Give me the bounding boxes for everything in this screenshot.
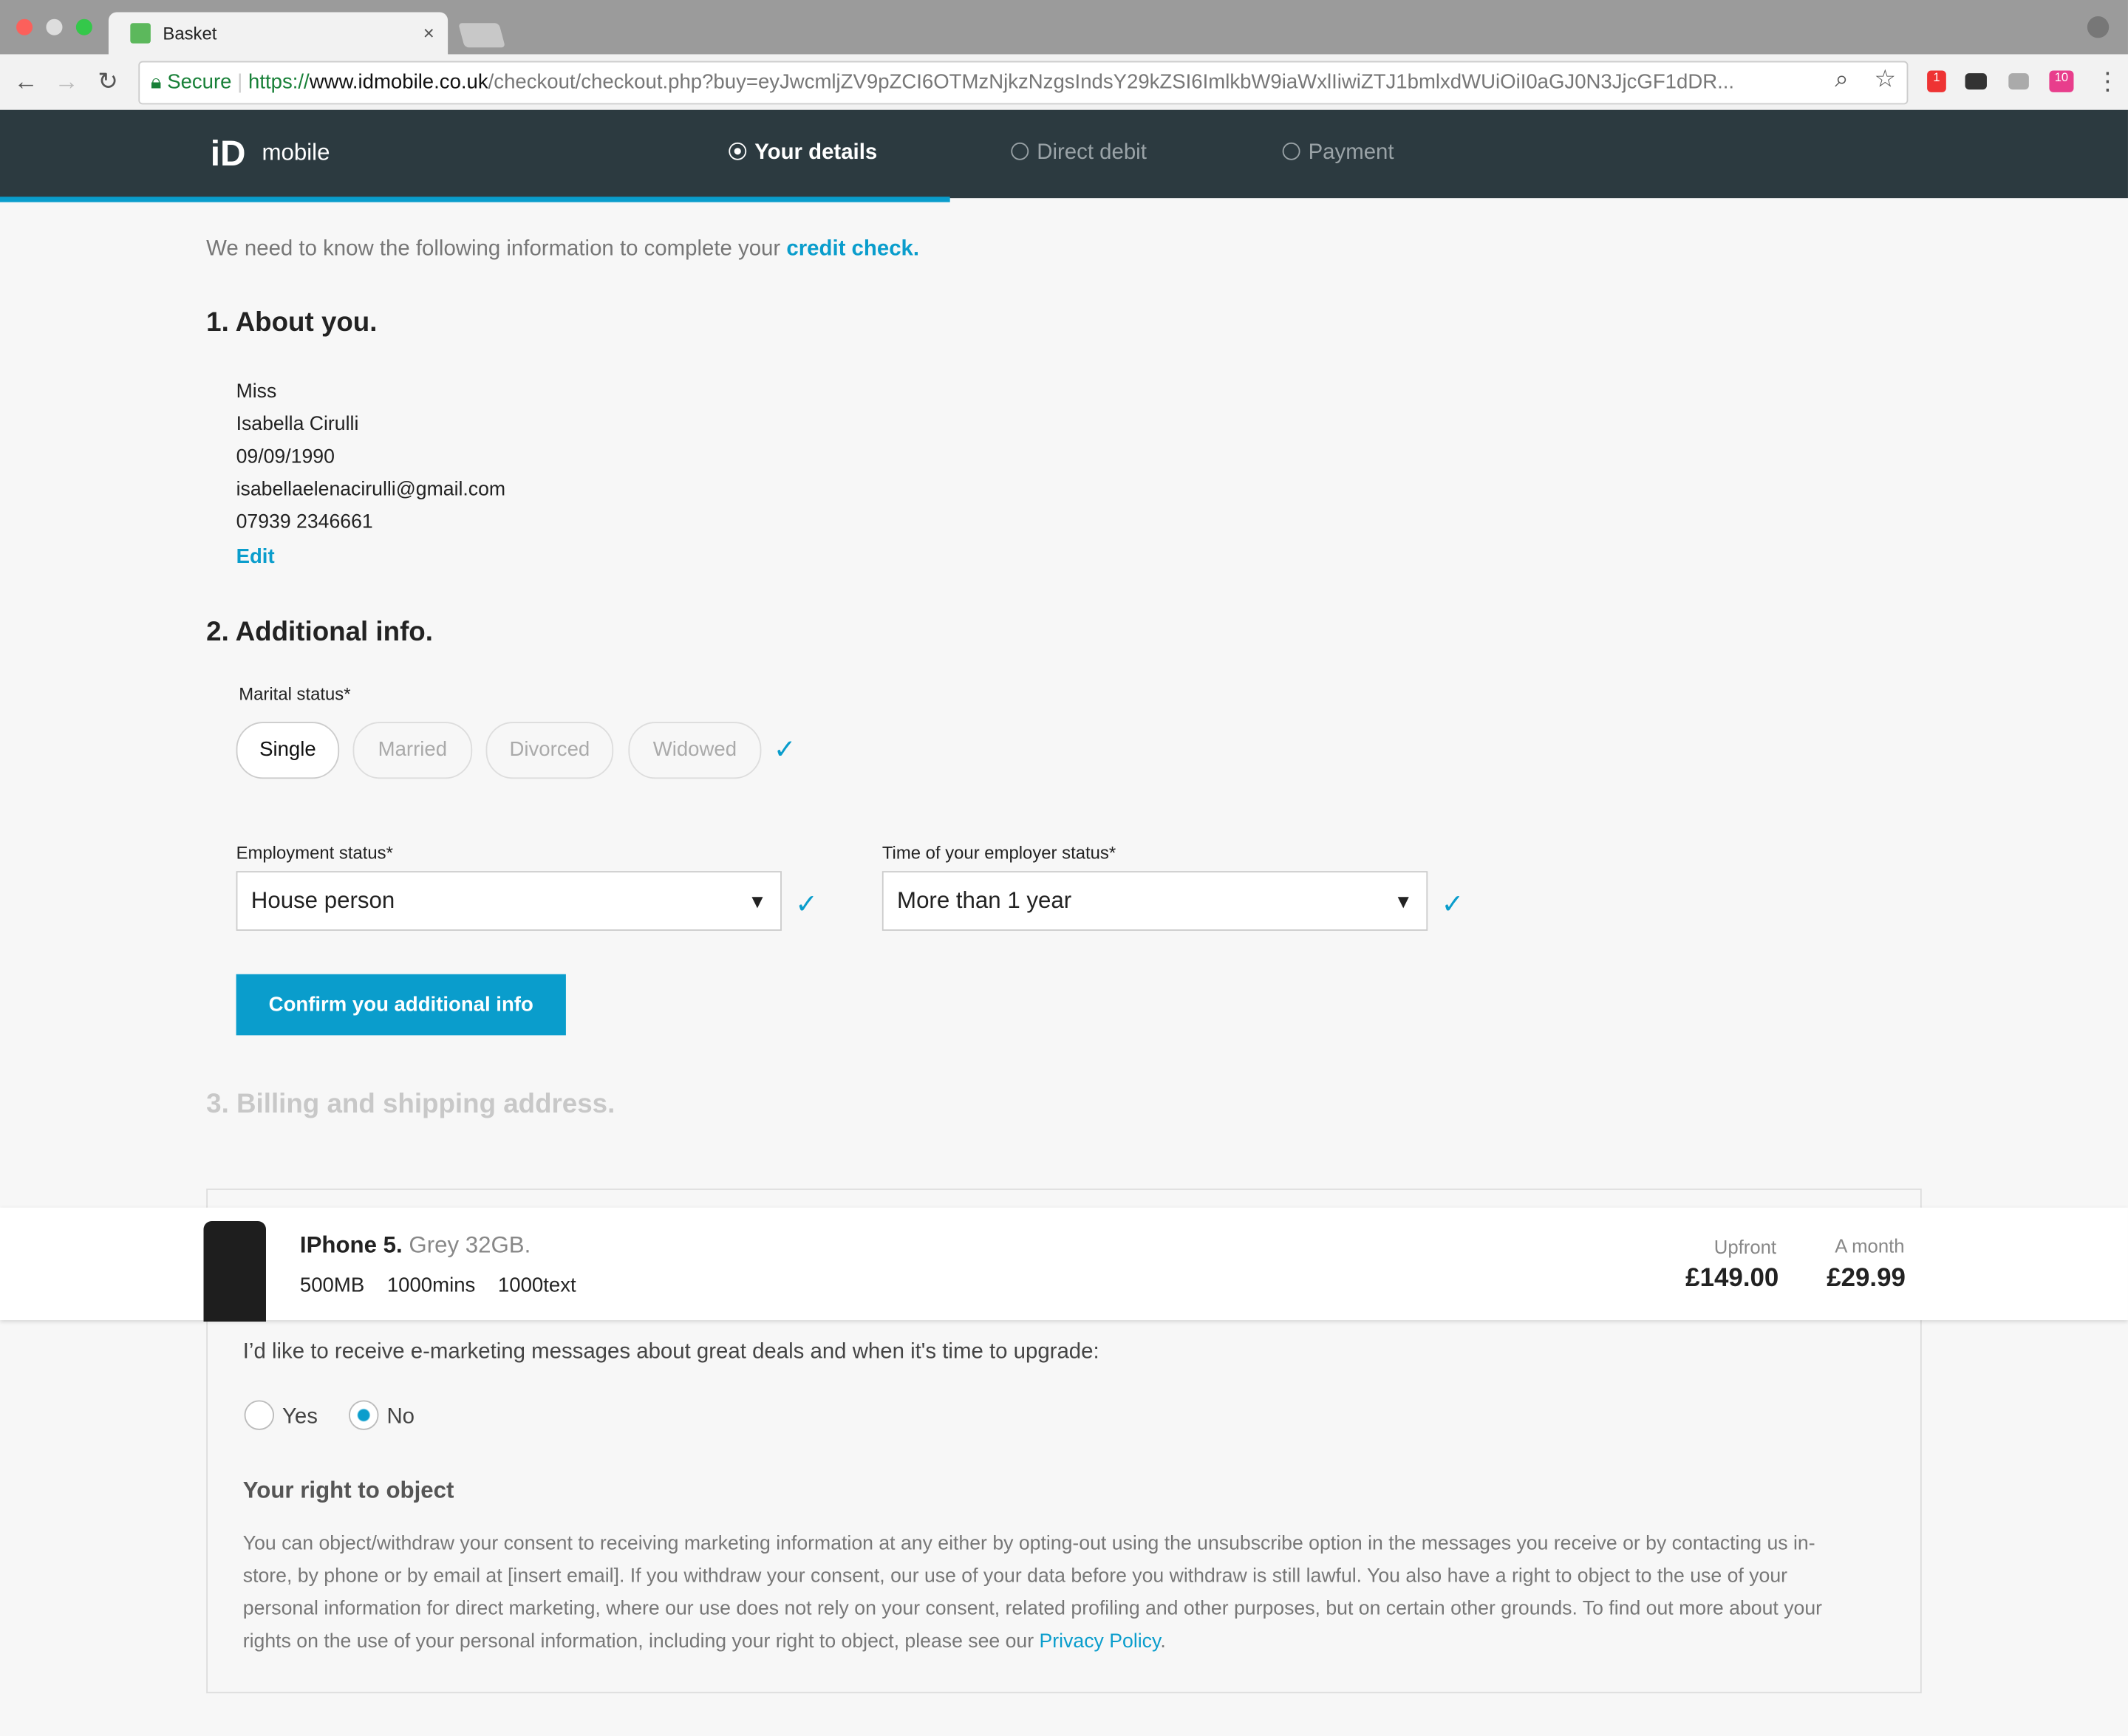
forward-icon[interactable]: → [54, 68, 78, 97]
extension-badge-icon[interactable]: 10 [2049, 70, 2074, 92]
product-title: IPhone 5. Grey 32GB. [299, 1231, 531, 1258]
right-to-object-text: You can object/withdraw your consent to … [242, 1533, 1822, 1653]
month-label: A month [1835, 1234, 1905, 1257]
minimize-window-button[interactable] [46, 18, 63, 35]
lock-icon: 🔒︎ [150, 70, 162, 94]
extension-icon[interactable]: 1 [1927, 70, 1946, 92]
right-to-object-title: Your right to object [242, 1477, 454, 1504]
id-logo-icon[interactable]: iD [211, 133, 246, 175]
chevron-down-icon: ▼ [1394, 889, 1413, 912]
product-summary-bar [0, 1207, 2128, 1321]
radio-icon [729, 142, 747, 160]
bookmark-star-icon[interactable]: ☆ [1874, 65, 1896, 94]
radio-icon [244, 1400, 275, 1430]
product-allowances: 500MB 1000mins 1000text [299, 1274, 576, 1297]
close-window-button[interactable] [16, 18, 33, 35]
upfront-price: £149.00 [1685, 1264, 1779, 1294]
check-icon: ✓ [773, 735, 797, 765]
favicon-icon [130, 23, 151, 44]
step-your-details[interactable]: Your details [729, 141, 877, 165]
url-host: www.idmobile.co.uk [309, 70, 488, 94]
time-select[interactable]: More than 1 year ▼ [881, 871, 1428, 931]
marital-divorced-button[interactable]: Divorced [485, 722, 614, 779]
logo-text: mobile [262, 140, 330, 166]
section-title-billing: 3. Billing and shipping address. [206, 1089, 615, 1120]
check-icon: ✓ [1441, 889, 1464, 920]
secure-label: Secure [167, 70, 232, 94]
marital-label: Marital status* [239, 683, 351, 705]
chevron-down-icon: ▼ [748, 889, 767, 912]
privacy-policy-link[interactable]: Privacy Policy [1040, 1631, 1161, 1653]
radio-yes[interactable]: Yes [244, 1400, 318, 1430]
url-scheme: https:// [248, 70, 310, 94]
section-title-about: 1. About you. [206, 307, 378, 338]
iphone-image [203, 1221, 266, 1322]
check-icon: ✓ [795, 889, 819, 920]
employment-select[interactable]: House person ▼ [236, 871, 782, 931]
radio-icon [1011, 142, 1029, 160]
step-payment[interactable]: Payment [1282, 141, 1394, 165]
incognito-extension-icon[interactable] [1965, 73, 1987, 90]
marital-single-button[interactable]: Single [236, 722, 340, 779]
about-details: Miss Isabella Cirulli 09/09/1990 isabellael… [236, 381, 506, 533]
new-tab-button[interactable] [458, 23, 506, 48]
step-direct-debit[interactable]: Direct debit [1011, 141, 1147, 165]
marital-widowed-button[interactable]: Widowed [628, 722, 762, 779]
confirm-button[interactable]: Confirm you additional info [236, 974, 566, 1036]
radio-selected-icon [349, 1400, 379, 1430]
profile-icon[interactable] [2087, 16, 2110, 38]
progress-bar [0, 197, 950, 202]
credit-check-link[interactable]: credit check. [786, 237, 919, 260]
month-price: £29.99 [1827, 1264, 1906, 1294]
menu-icon[interactable]: ⋮ [2095, 68, 2120, 97]
marketing-question: I’d like to receive e-marketing messages… [242, 1340, 1099, 1364]
reload-icon[interactable]: ↻ [98, 68, 118, 97]
tab-title: Basket [163, 23, 217, 44]
camera-extension-icon[interactable] [2008, 73, 2029, 90]
close-tab-icon[interactable]: × [423, 21, 434, 43]
employment-label: Employment status* [236, 842, 393, 864]
intro-text: We need to know the following informatio… [206, 237, 920, 261]
back-icon[interactable]: ← [13, 68, 38, 97]
time-label: Time of your employer status* [881, 842, 1116, 864]
zoom-icon[interactable]: ⌕ [1835, 65, 1849, 94]
browser-tab[interactable]: Basket × [108, 12, 449, 55]
marital-married-button[interactable]: Married [352, 722, 473, 779]
radio-icon [1282, 142, 1300, 160]
upfront-label: Upfront [1713, 1236, 1777, 1258]
maximize-window-button[interactable] [75, 18, 92, 35]
radio-no[interactable]: No [349, 1400, 415, 1430]
edit-link[interactable]: Edit [236, 545, 275, 568]
section-title-additional: 2. Additional info. [206, 617, 433, 648]
address-bar[interactable]: 🔒︎ Secure | https://www.idmobile.co.uk/c… [138, 61, 1909, 105]
url-path: /checkout/checkout.php?buy=eyJwcmljZV9pZ… [488, 70, 1735, 94]
